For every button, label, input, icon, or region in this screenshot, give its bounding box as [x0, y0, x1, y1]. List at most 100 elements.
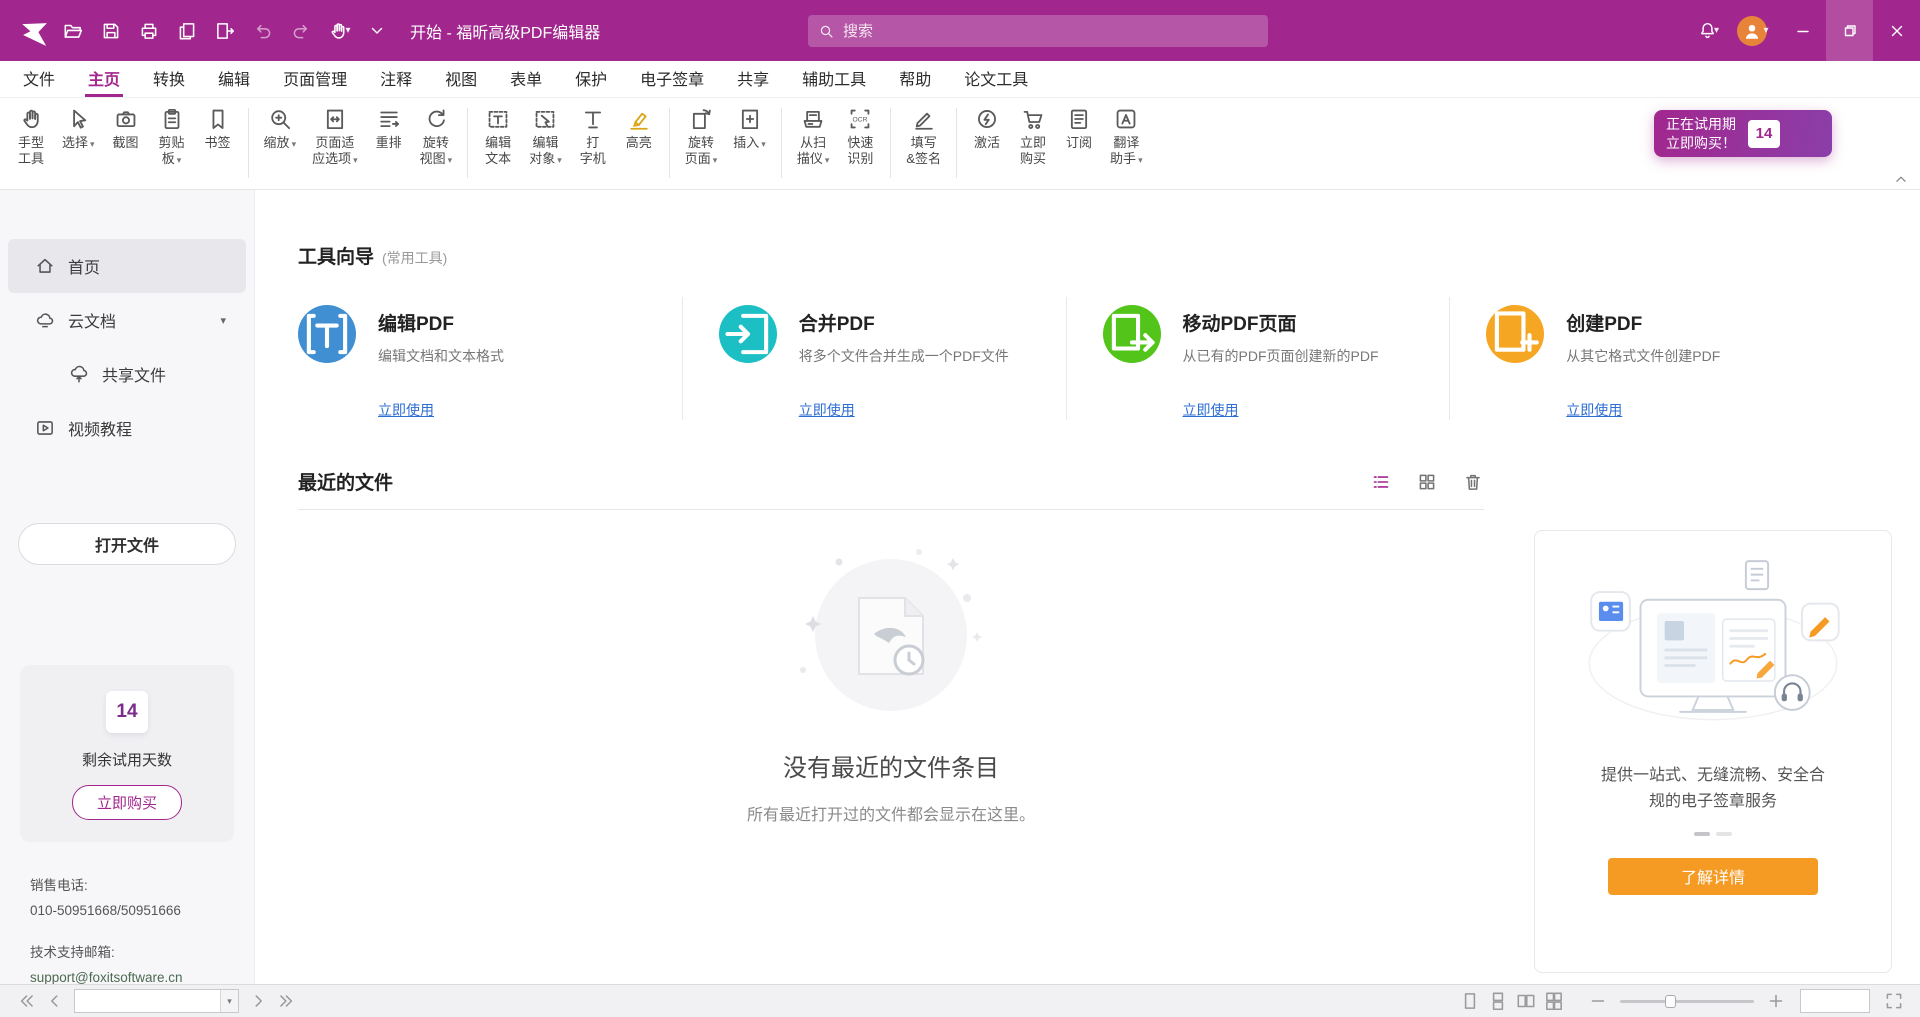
chevron-down-icon: ▾ [177, 155, 182, 165]
page-dropdown-button[interactable]: ▾ [220, 990, 238, 1012]
facing-continuous-view-button[interactable] [1543, 990, 1565, 1012]
open-file-button[interactable] [54, 12, 92, 50]
search-input[interactable] [843, 23, 1258, 40]
undo-button[interactable] [244, 12, 282, 50]
tool-card-move-pdf[interactable]: 移动PDF页面 从已有的PDF页面创建新的PDF 立即使用 [1066, 297, 1450, 420]
sidebar-item-shared-files[interactable]: 共享文件 [8, 347, 246, 401]
prev-page-button[interactable] [43, 990, 65, 1012]
insert-button[interactable]: 插入▾ [725, 104, 774, 153]
typewriter-icon [580, 106, 606, 132]
first-page-button[interactable] [15, 990, 37, 1012]
ribbon-dropdown-button[interactable] [358, 12, 396, 50]
notifications-button[interactable]: ▾ [1689, 12, 1727, 50]
list-view-button[interactable] [1370, 471, 1392, 493]
clipboard-button[interactable]: 剪贴板▾ [149, 104, 195, 170]
menu-item-help[interactable]: 帮助 [896, 61, 934, 97]
menu-item-share[interactable]: 共享 [734, 61, 772, 97]
facing-view-button[interactable] [1515, 990, 1537, 1012]
next-page-button[interactable] [248, 990, 270, 1012]
zoom-slider[interactable] [1620, 1000, 1754, 1003]
close-button[interactable] [1873, 0, 1920, 61]
last-page-button[interactable] [276, 990, 298, 1012]
snapshot-pages-button-2[interactable] [348, 990, 370, 1012]
menu-item-page-manage[interactable]: 页面管理 [280, 61, 350, 97]
fullscreen-icon [1883, 990, 1905, 1012]
tool-card-merge-pdf[interactable]: 合并PDF 将多个文件合并生成一个PDF文件 立即使用 [682, 297, 1066, 420]
menu-item-protect[interactable]: 保护 [572, 61, 610, 97]
subscribe-button[interactable]: 订阅 [1056, 104, 1102, 153]
open-file-button[interactable]: 打开文件 [18, 523, 236, 565]
tool-card-create-pdf[interactable]: 创建PDF 从其它格式文件创建PDF 立即使用 [1449, 297, 1833, 420]
zoom-button[interactable]: 缩放▾ [256, 104, 305, 153]
menu-item-comment[interactable]: 注释 [377, 61, 415, 97]
account-button[interactable]: ▾ [1727, 12, 1779, 50]
menu-item-paper-tools[interactable]: 论文工具 [961, 61, 1031, 97]
edit-text-button[interactable]: 编辑文本 [475, 104, 521, 170]
buy-now-button[interactable]: 立即购买 [1010, 104, 1056, 170]
export-page-button[interactable] [206, 12, 244, 50]
edit-object-button[interactable]: 编辑对象▾ [521, 104, 570, 170]
zoom-out-button[interactable] [1587, 990, 1609, 1012]
single-page-view-button[interactable] [1459, 990, 1481, 1012]
page-number-input[interactable] [75, 990, 220, 1012]
highlight-button[interactable]: 高亮 [616, 104, 662, 153]
use-now-link[interactable]: 立即使用 [1183, 400, 1239, 420]
search-bar[interactable] [808, 15, 1268, 47]
menu-item-file[interactable]: 文件 [20, 61, 58, 97]
clipboard-icon [159, 106, 185, 132]
menu-item-accessibility[interactable]: 辅助工具 [799, 61, 869, 97]
minimize-button[interactable] [1779, 0, 1826, 61]
quick-ocr-button[interactable]: OCR快速识别 [837, 104, 883, 170]
menu-item-view[interactable]: 视图 [442, 61, 480, 97]
carousel-dot[interactable] [1716, 832, 1732, 836]
hand-tool-button[interactable]: 手型工具 [8, 104, 54, 170]
save-button[interactable] [92, 12, 130, 50]
snapshot-pages-button[interactable] [320, 990, 342, 1012]
copy-page-button[interactable] [168, 12, 206, 50]
menu-item-home[interactable]: 主页 [85, 61, 123, 97]
use-now-link[interactable]: 立即使用 [1566, 400, 1622, 420]
hand-mode-button[interactable]: ▾ [320, 12, 358, 50]
sidebar-item-cloud-docs[interactable]: 云文档▾ [8, 293, 246, 347]
zoom-level-box[interactable] [1800, 989, 1870, 1013]
zoom-level-input[interactable] [1801, 990, 1869, 1012]
redo-button[interactable] [282, 12, 320, 50]
translate-assistant-button[interactable]: 翻译助手▾ [1102, 104, 1151, 170]
menu-item-edit[interactable]: 编辑 [215, 61, 253, 97]
zoom-in-button[interactable] [1765, 990, 1787, 1012]
fullscreen-button[interactable] [1883, 990, 1905, 1012]
buy-now-button[interactable]: 立即购买 [72, 785, 182, 820]
from-scanner-button[interactable]: 从扫描仪▾ [789, 104, 838, 170]
restore-button[interactable] [1826, 0, 1873, 61]
rotate-pages-button[interactable]: 旋转页面▾ [677, 104, 726, 170]
menu-item-convert[interactable]: 转换 [150, 61, 188, 97]
page-number-box[interactable]: ▾ [74, 989, 239, 1013]
ribbon-collapse-button[interactable] [1890, 169, 1912, 187]
print-button[interactable] [130, 12, 168, 50]
use-now-link[interactable]: 立即使用 [378, 400, 434, 420]
bookmark-button[interactable]: 书签 [195, 104, 241, 153]
rotate-view-button[interactable]: 旋转视图▾ [412, 104, 461, 170]
sidebar-item-home[interactable]: 首页 [8, 239, 246, 293]
menu-item-esign[interactable]: 电子签章 [637, 61, 707, 97]
typewriter-button[interactable]: 打字机 [570, 104, 616, 170]
select-button[interactable]: 选择▾ [54, 104, 103, 153]
snapshot-button[interactable]: 截图 [103, 104, 149, 153]
trial-badge[interactable]: 正在试用期立即购买！ 14 [1654, 110, 1832, 157]
carousel-dot-active[interactable] [1694, 832, 1710, 836]
reflow-button[interactable]: 重排 [366, 104, 412, 153]
use-now-link[interactable]: 立即使用 [799, 400, 855, 420]
continuous-view-button[interactable] [1487, 990, 1509, 1012]
activate-button[interactable]: 激活 [964, 104, 1010, 153]
sidebar-item-video-tutorials[interactable]: 视频教程 [8, 401, 246, 455]
learn-more-button[interactable]: 了解详情 [1608, 858, 1818, 895]
chevron-down-icon[interactable]: ▾ [220, 314, 226, 327]
grid-view-button[interactable] [1416, 471, 1438, 493]
zoom-slider-thumb[interactable] [1665, 995, 1676, 1008]
clear-recent-button[interactable] [1462, 471, 1484, 493]
page-fit-button[interactable]: 页面适应选项▾ [304, 104, 366, 170]
tool-card-edit-pdf[interactable]: 编辑PDF 编辑文档和文本格式 立即使用 [298, 297, 682, 420]
menu-item-form[interactable]: 表单 [507, 61, 545, 97]
carousel-dots[interactable] [1694, 832, 1732, 836]
fill-sign-button[interactable]: 填写&签名 [898, 104, 949, 170]
